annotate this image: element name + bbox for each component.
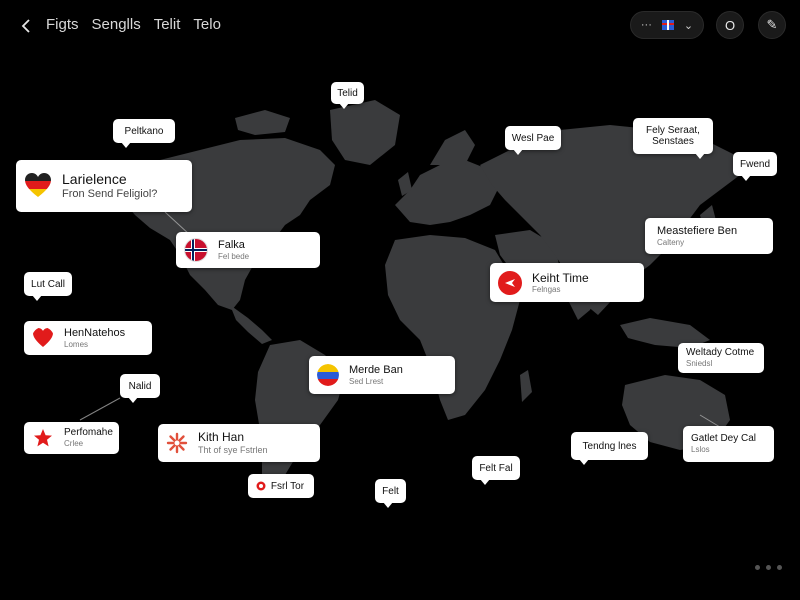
location-card-weltady-cotme[interactable]: Weltady Cotme Sniedsl bbox=[678, 343, 764, 373]
profile-button[interactable]: O bbox=[716, 11, 744, 39]
location-card-keiht-time[interactable]: Keiht Time Felngas bbox=[490, 263, 644, 302]
card-subtitle: Felngas bbox=[532, 284, 561, 294]
card-subtitle: Crlee bbox=[64, 439, 84, 449]
card-subtitle: Calteny bbox=[657, 237, 685, 247]
view-selector[interactable]: ··· ⌄ bbox=[630, 11, 704, 39]
tab-list: Figts Senglls Telit Telo bbox=[46, 16, 221, 33]
card-title: Merde Ban bbox=[349, 363, 403, 376]
edit-button[interactable]: ✎ bbox=[758, 11, 786, 39]
flag-icon bbox=[661, 20, 674, 30]
chevron-down-icon: ⌄ bbox=[683, 19, 694, 32]
card-title: HenNatehos bbox=[64, 326, 126, 339]
callout-nalid[interactable]: Nalid bbox=[120, 374, 160, 403]
callout-fsrl-tor[interactable]: Fsrl Tor bbox=[248, 474, 314, 498]
star-icon bbox=[32, 427, 54, 449]
callout-label-line1: Fely Seraat, bbox=[646, 124, 700, 136]
callout-label: Lut Call bbox=[31, 278, 65, 290]
callout-label: Peltkano bbox=[124, 125, 164, 137]
central-america-landmass bbox=[230, 305, 272, 344]
card-title: Keiht Time bbox=[532, 270, 589, 285]
scandinavia-landmass bbox=[430, 130, 475, 165]
callout-telid[interactable]: Telid bbox=[331, 82, 364, 109]
callout-label: Fsrl Tor bbox=[270, 480, 305, 492]
callout-lut-call[interactable]: Lut Call bbox=[24, 272, 72, 301]
play-pin-icon bbox=[498, 270, 522, 295]
card-title: Kith Han bbox=[198, 430, 245, 445]
location-card-merde-ban[interactable]: Merde Ban Sed Lrest bbox=[309, 356, 455, 394]
card-subtitle: Lomes bbox=[64, 339, 89, 349]
map-screen: Figts Senglls Telit Telo ··· ⌄ O ✎ Telid… bbox=[0, 0, 800, 600]
callout-label: Wesl Pae bbox=[511, 132, 555, 144]
location-card-falka[interactable]: Falka Fel bede bbox=[176, 232, 320, 268]
location-card-gatlet-dey[interactable]: Gatlet Dey Cal Lslos bbox=[683, 426, 774, 462]
callout-label-line2: Senstaes bbox=[652, 136, 694, 147]
callout-pelicano[interactable]: Peltkano bbox=[113, 119, 175, 148]
location-card-perfomahe[interactable]: Perfomahe Crlee bbox=[24, 422, 119, 454]
location-card-larielence[interactable]: Larielence Fron Send Feligiol? bbox=[16, 160, 192, 212]
card-subtitle: Fron Send Feligiol? bbox=[62, 187, 158, 200]
callout-label: Fwend bbox=[739, 158, 770, 170]
card-title: Larielence bbox=[62, 171, 127, 187]
world-map[interactable] bbox=[0, 0, 800, 600]
edit-icon: ✎ bbox=[766, 17, 778, 32]
callout-fwend[interactable]: Fwend bbox=[733, 152, 777, 181]
callout-label: Telid bbox=[337, 87, 358, 99]
card-title: Weltady Cotme bbox=[686, 347, 755, 359]
flag-circle-icon bbox=[317, 364, 339, 386]
callout-felt[interactable]: Felt bbox=[375, 479, 406, 508]
pill-more-label: ··· bbox=[640, 19, 652, 31]
callout-label: Felt Fal bbox=[479, 462, 513, 474]
card-title: Gatlet Dey Cal bbox=[691, 433, 757, 445]
callout-felt-fal[interactable]: Felt Fal bbox=[472, 456, 520, 485]
card-subtitle: Fel bede bbox=[218, 251, 250, 261]
card-title: Perfomahe bbox=[64, 427, 113, 439]
callout-label: Tendng lnes bbox=[582, 440, 637, 452]
greenland-landmass bbox=[330, 100, 400, 165]
card-title: Meastefiere Ben bbox=[657, 224, 738, 237]
top-bar: Figts Senglls Telit Telo ··· ⌄ O ✎ bbox=[0, 0, 800, 52]
norway-flag-icon bbox=[184, 238, 208, 262]
tab-telit[interactable]: Telit bbox=[154, 16, 181, 33]
page-dot bbox=[755, 565, 760, 570]
location-card-kith-han[interactable]: Kith Han Tht of sye Fstrlen bbox=[158, 424, 320, 462]
card-subtitle: Sed Lrest bbox=[349, 376, 384, 386]
card-subtitle: Tht of sye Fstrlen bbox=[198, 444, 268, 455]
arctic-islands bbox=[235, 110, 290, 135]
location-card-hennatehos[interactable]: HenNatehos Lomes bbox=[24, 321, 152, 355]
callout-label: Felt bbox=[382, 485, 399, 497]
heart-flag-icon bbox=[24, 172, 52, 200]
card-subtitle: Sniedsl bbox=[686, 359, 713, 369]
tab-senglls[interactable]: Senglls bbox=[92, 16, 141, 33]
heart-icon bbox=[32, 327, 54, 349]
page-indicator[interactable] bbox=[755, 565, 782, 570]
flower-icon bbox=[166, 432, 188, 454]
tab-telo[interactable]: Telo bbox=[193, 16, 221, 33]
card-title: Falka bbox=[218, 238, 245, 251]
tab-figts[interactable]: Figts bbox=[46, 16, 79, 33]
page-dot bbox=[766, 565, 771, 570]
back-button[interactable] bbox=[12, 12, 40, 40]
card-subtitle: Lslos bbox=[691, 445, 710, 455]
location-card-meastefiere[interactable]: Meastefiere Ben Calteny bbox=[645, 218, 773, 254]
callout-tendng-lnes[interactable]: Tendng lnes bbox=[571, 432, 648, 465]
callout-label: Nalid bbox=[128, 380, 152, 392]
callout-fely-seraat[interactable]: Fely Seraat, Senstaes bbox=[633, 118, 713, 159]
pin-icon bbox=[256, 481, 266, 491]
circle-button-label: O bbox=[724, 17, 736, 33]
chevron-left-icon bbox=[21, 19, 30, 33]
callout-wesl-pae[interactable]: Wesl Pae bbox=[505, 126, 561, 155]
page-dot bbox=[777, 565, 782, 570]
madagascar-landmass bbox=[520, 370, 532, 402]
